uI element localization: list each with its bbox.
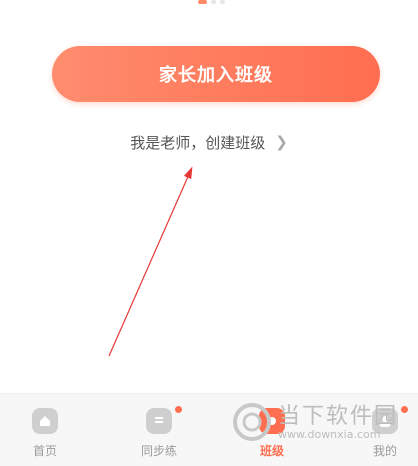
create-class-link[interactable]: 我是老师，创建班级 ❯ bbox=[0, 128, 418, 156]
practice-icon bbox=[146, 406, 182, 434]
watermark-title: 当下软件园 bbox=[278, 404, 399, 429]
notification-badge bbox=[175, 406, 182, 413]
page-dot bbox=[220, 0, 225, 4]
page-dot-active bbox=[198, 0, 207, 4]
watermark-url: www.downxia.com bbox=[278, 428, 381, 441]
tab-home[interactable]: 首页 bbox=[5, 408, 85, 464]
tab-practice-label: 同步练 bbox=[140, 444, 177, 458]
chevron-right-icon: ❯ bbox=[275, 133, 288, 151]
page-dot bbox=[211, 0, 216, 4]
home-icon bbox=[32, 408, 58, 434]
tab-home-label: 首页 bbox=[32, 444, 57, 458]
watermark-logo-icon bbox=[233, 403, 271, 441]
site-watermark: 当下软件园 www.downxia.com bbox=[232, 398, 418, 444]
tab-profile-label: 我的 bbox=[372, 444, 397, 458]
page-indicator bbox=[198, 0, 225, 4]
create-class-label: 我是老师，创建班级 bbox=[130, 133, 266, 152]
join-class-button[interactable]: 家长加入班级 bbox=[52, 46, 380, 102]
tab-class-label: 班级 bbox=[259, 444, 284, 458]
tab-practice[interactable]: 同步练 bbox=[119, 406, 199, 464]
